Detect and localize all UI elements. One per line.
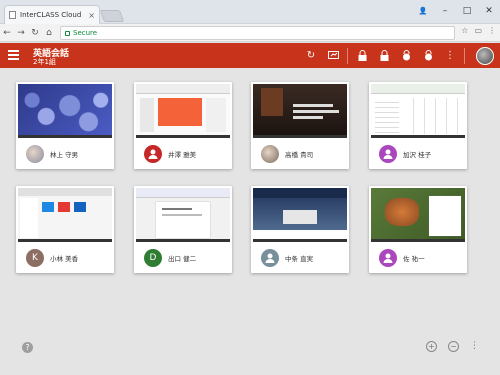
help-icon[interactable]: ? xyxy=(22,342,33,353)
close-window-button[interactable]: ✕ xyxy=(478,6,500,16)
lock-all-icon[interactable] xyxy=(373,43,395,68)
star-icon[interactable]: ☆ xyxy=(461,26,468,35)
tab-close-icon[interactable]: × xyxy=(88,11,95,20)
teacher-avatar[interactable] xyxy=(476,46,494,65)
cast-icon[interactable]: ▭ xyxy=(474,26,482,35)
reload-button[interactable]: ↻ xyxy=(28,28,42,38)
student-card[interactable]: 林上 守男 xyxy=(16,82,114,169)
secure-lock-icon xyxy=(65,30,70,36)
back-button[interactable]: ← xyxy=(0,28,14,38)
student-card[interactable]: 加沢 桂子 xyxy=(369,82,467,169)
person-icon xyxy=(261,248,279,267)
student-screen-thumbnail xyxy=(253,84,347,138)
student-name: 林上 守男 xyxy=(50,150,79,159)
student-card[interactable]: 中条 直実 xyxy=(251,186,349,273)
tab-title: InterCLASS Cloud xyxy=(20,11,82,19)
screen-share-icon[interactable] xyxy=(322,43,344,68)
student-card[interactable]: 高橋 貴司 xyxy=(251,82,349,169)
toolbar-divider xyxy=(464,47,465,64)
student-card[interactable]: 井澤 雅美 xyxy=(134,82,232,169)
browser-tab[interactable]: InterCLASS Cloud × xyxy=(4,5,100,24)
person-icon xyxy=(379,144,397,163)
student-screen-thumbnail xyxy=(371,188,465,242)
maximize-button[interactable]: □ xyxy=(456,6,478,16)
student-name: 井澤 雅美 xyxy=(168,150,197,159)
student-name: 出口 健二 xyxy=(168,254,197,263)
hamburger-menu-icon[interactable] xyxy=(8,50,19,60)
student-screen-thumbnail xyxy=(136,84,230,138)
forward-button[interactable]: → xyxy=(14,28,28,38)
address-bar[interactable]: Secure xyxy=(60,26,455,40)
browser-navbar: ← → ↻ ⌂ Secure ☆ ▭ ⋮ xyxy=(0,24,500,42)
student-screen-thumbnail xyxy=(253,188,347,242)
page-favicon-icon xyxy=(9,11,16,19)
refresh-icon[interactable]: ↻ xyxy=(300,43,322,68)
person-icon xyxy=(379,248,397,267)
avatar: D xyxy=(144,248,162,267)
student-card[interactable]: D 出口 健二 xyxy=(134,186,232,273)
lock-icon[interactable] xyxy=(351,43,373,68)
student-card[interactable]: 佐 祐一 xyxy=(369,186,467,273)
student-name: 高橋 貴司 xyxy=(285,150,314,159)
browser-titlebar: InterCLASS Cloud × 👤 – □ ✕ xyxy=(0,0,500,24)
toolbar-divider xyxy=(347,47,348,64)
student-screen-thumbnail xyxy=(18,188,112,242)
student-screen-thumbnail xyxy=(371,84,465,138)
lock-student-icon[interactable] xyxy=(395,43,417,68)
student-screen-thumbnail xyxy=(136,188,230,242)
home-button[interactable]: ⌂ xyxy=(42,28,56,38)
minimize-button[interactable]: – xyxy=(434,6,456,16)
student-name: 加沢 桂子 xyxy=(403,150,432,159)
zoom-in-button[interactable]: + xyxy=(426,341,437,352)
footer-more-icon[interactable]: ⋮ xyxy=(470,341,479,352)
student-screen-thumbnail xyxy=(18,84,112,138)
menu-icon[interactable]: ⋮ xyxy=(488,26,496,35)
lock-student-all-icon[interactable] xyxy=(417,43,439,68)
avatar: K xyxy=(26,248,44,267)
student-name: 中条 直実 xyxy=(285,254,314,263)
person-icon xyxy=(144,144,162,163)
class-subtitle: 2年1組 xyxy=(33,58,56,66)
more-icon[interactable]: ⋮ xyxy=(439,43,461,68)
student-card[interactable]: K 小林 美香 xyxy=(16,186,114,273)
zoom-out-button[interactable]: − xyxy=(448,341,459,352)
avatar xyxy=(26,144,44,163)
secure-label: Secure xyxy=(73,29,98,37)
avatar xyxy=(261,144,279,163)
new-tab-button[interactable] xyxy=(99,10,125,22)
app-header: 英語会話 2年1組 ↻ ⋮ xyxy=(0,43,500,68)
student-name: 小林 美香 xyxy=(50,254,79,263)
student-name: 佐 祐一 xyxy=(403,254,425,263)
user-profile-icon[interactable]: 👤 xyxy=(412,7,434,15)
